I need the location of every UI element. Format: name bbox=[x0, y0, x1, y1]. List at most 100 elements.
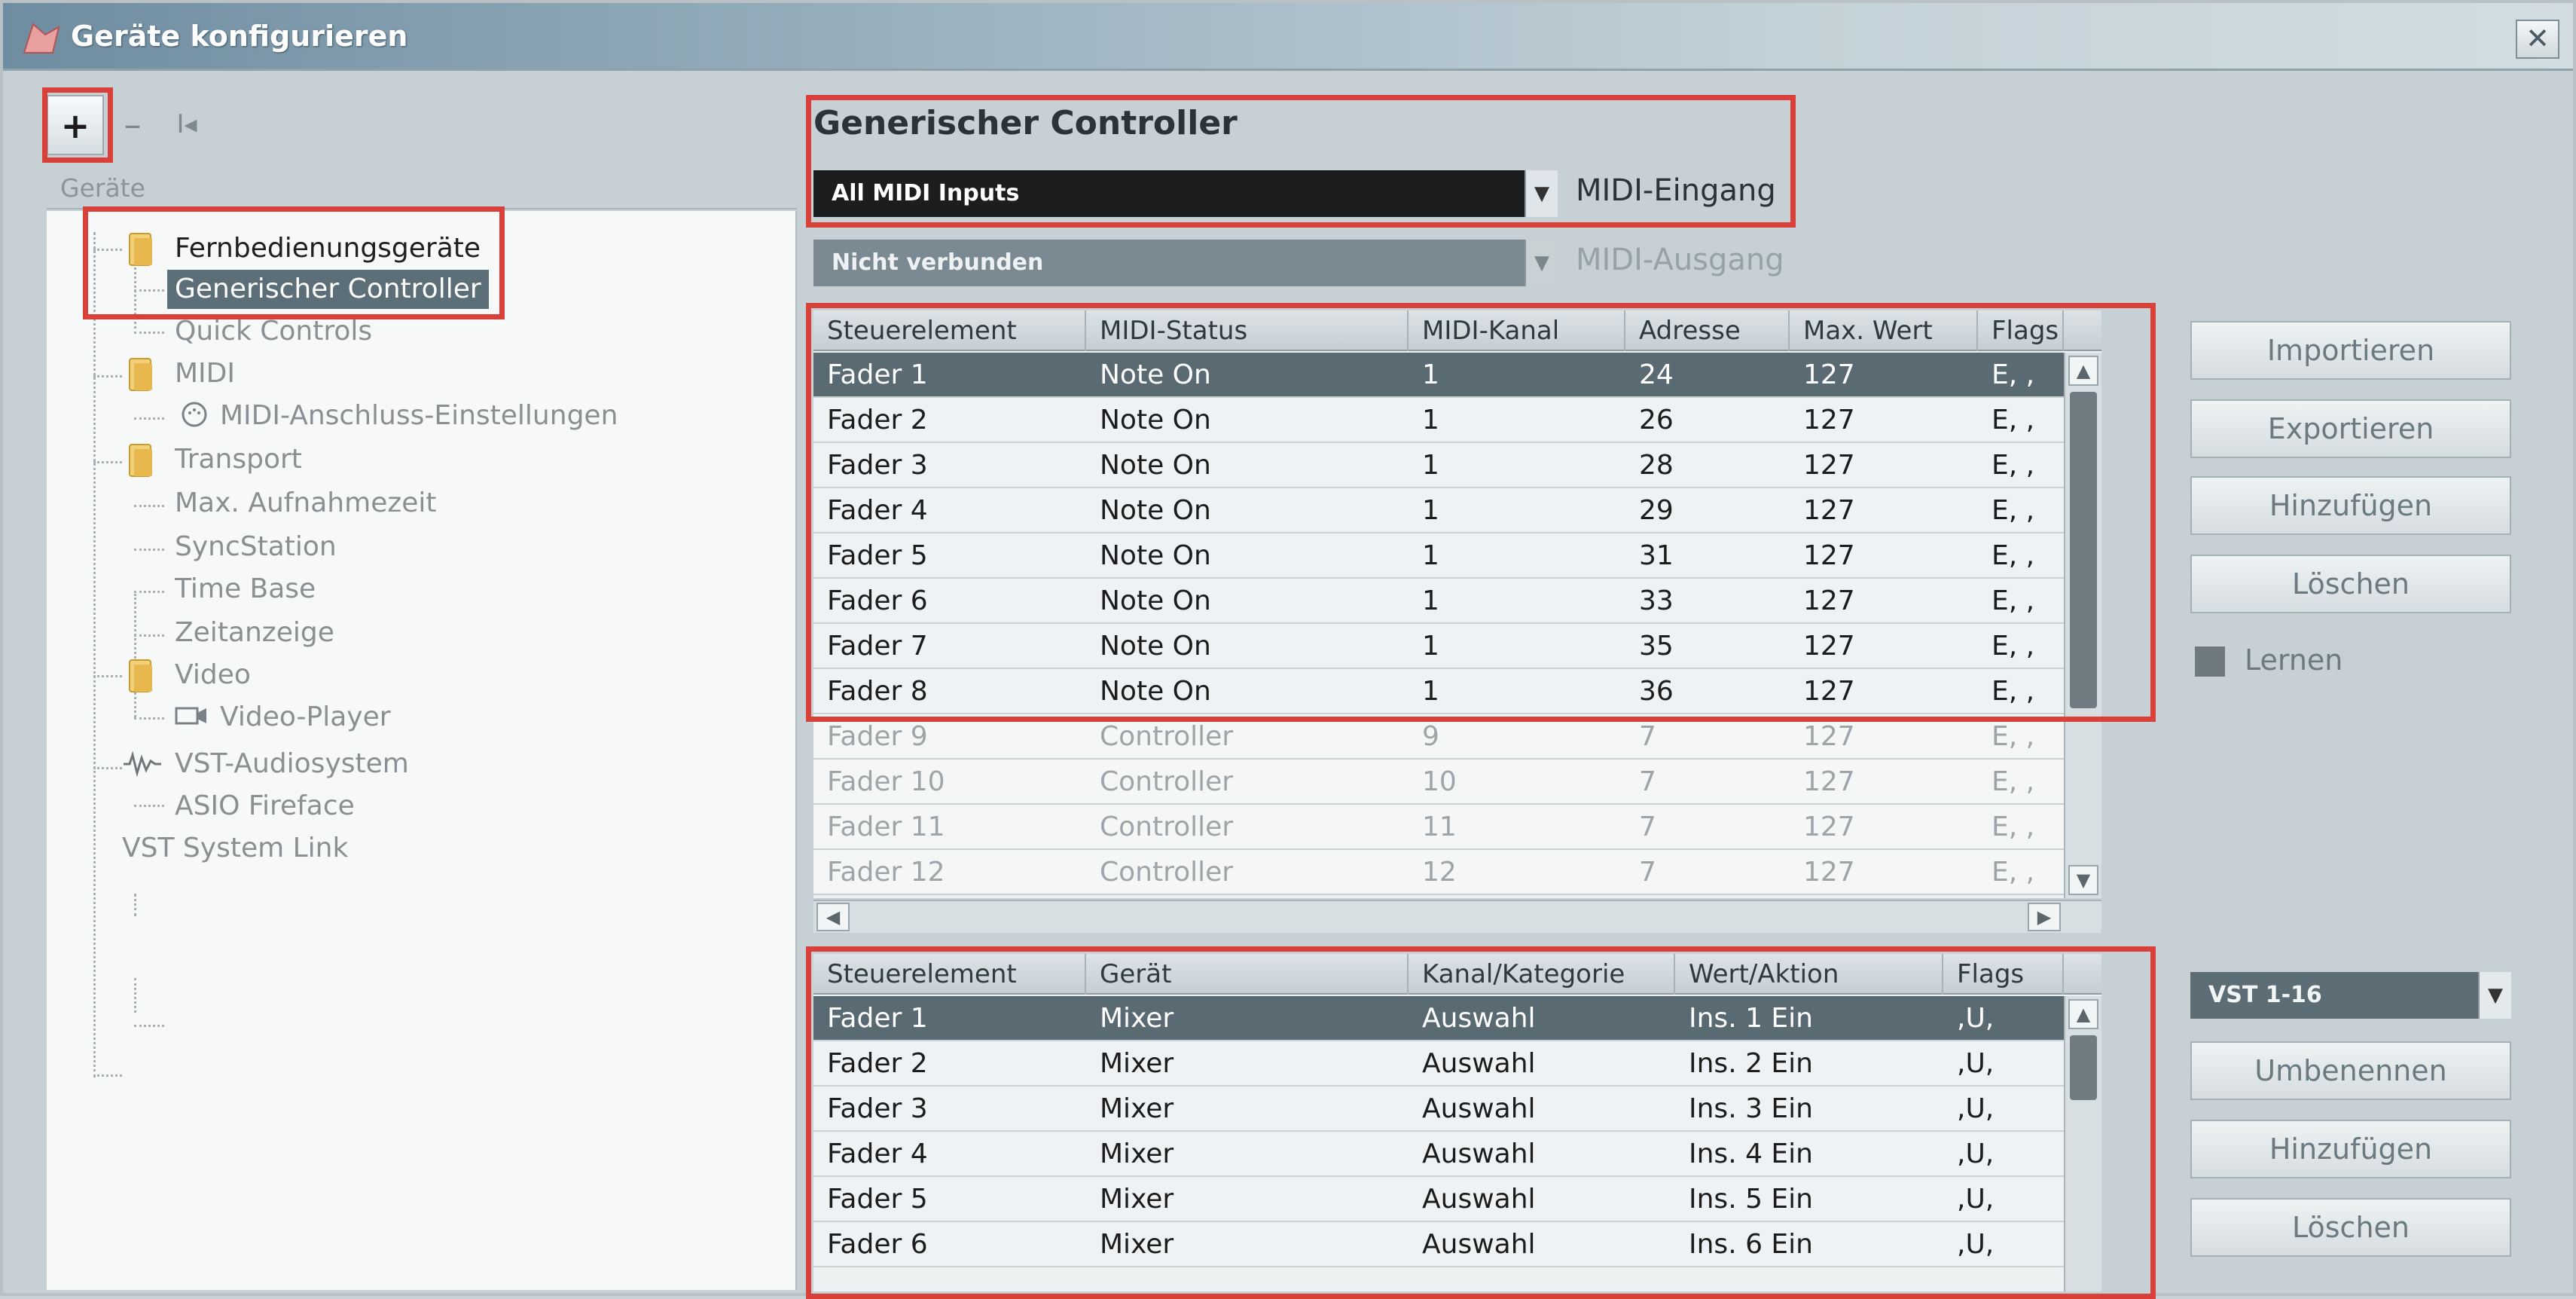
table-cell[interactable]: 24 bbox=[1625, 353, 1674, 398]
table-cell[interactable]: 29 bbox=[1625, 488, 1674, 533]
table-cell[interactable]: Note On bbox=[1086, 579, 1211, 624]
table-cell[interactable]: Controller bbox=[1086, 760, 1233, 805]
table-cell[interactable]: Auswahl bbox=[1409, 1222, 1536, 1267]
table-row[interactable]: Fader 5 Mixer Auswahl Ins. 5 Ein ,U, bbox=[813, 1177, 2101, 1222]
table-cell[interactable]: Mixer bbox=[1086, 996, 1174, 1041]
table-cell[interactable]: 127 bbox=[1790, 533, 1855, 579]
table-cell[interactable]: Auswahl bbox=[1409, 996, 1536, 1041]
table-cell[interactable]: 12 bbox=[1409, 850, 1457, 895]
table-cell[interactable]: 7 bbox=[1625, 760, 1656, 805]
table-cell[interactable]: 1 bbox=[1409, 579, 1439, 624]
scroll-left-icon[interactable]: ◀ bbox=[816, 903, 850, 931]
table-cell[interactable]: Fader 2 bbox=[813, 398, 928, 443]
bank-select[interactable]: VST 1-16 ▼ bbox=[2190, 972, 2511, 1019]
tree-item-fernbedienungsgeraete[interactable]: Fernbedienungsgeräte bbox=[175, 229, 481, 268]
table-cell[interactable]: Fader 4 bbox=[813, 488, 928, 533]
table-cell[interactable]: Ins. 6 Ein bbox=[1675, 1222, 1813, 1267]
table-row[interactable]: Fader 9 Controller 9 7 127 E, , bbox=[813, 714, 2101, 760]
column-header[interactable]: Flags bbox=[1978, 310, 2064, 351]
table-cell[interactable]: Fader 3 bbox=[813, 443, 928, 488]
table-cell[interactable]: Mixer bbox=[1086, 1222, 1174, 1267]
scroll-thumb[interactable] bbox=[2070, 1035, 2097, 1100]
tree-item-max-aufnahmezeit[interactable]: Max. Aufnahmezeit bbox=[175, 484, 437, 523]
table-cell[interactable]: E, , bbox=[1978, 579, 2034, 624]
table-cell[interactable]: Mixer bbox=[1086, 1177, 1174, 1222]
table-cell[interactable]: 7 bbox=[1625, 850, 1656, 895]
column-header[interactable]: Max. Wert bbox=[1790, 310, 1978, 351]
table-cell[interactable]: E, , bbox=[1978, 488, 2034, 533]
tree-item-transport[interactable]: Transport bbox=[175, 440, 302, 479]
table-cell[interactable]: Fader 12 bbox=[813, 850, 945, 895]
table-row[interactable]: Fader 3 Mixer Auswahl Ins. 3 Ein ,U, bbox=[813, 1087, 2101, 1132]
table-cell[interactable]: E, , bbox=[1978, 669, 2034, 714]
table-cell[interactable]: 28 bbox=[1625, 443, 1674, 488]
tree-item-asio-fireface[interactable]: ASIO Fireface bbox=[175, 787, 355, 826]
column-header[interactable]: Flags bbox=[1943, 954, 2064, 995]
table-row[interactable]: Fader 7 Note On 1 35 127 E, , bbox=[813, 624, 2101, 669]
title-bar[interactable]: Geräte konfigurieren ✕ bbox=[3, 3, 2573, 71]
controls-table-scrollbar[interactable]: ▲ ▼ bbox=[2064, 353, 2101, 898]
table-cell[interactable]: Fader 6 bbox=[813, 1222, 928, 1267]
midi-output-select[interactable]: Nicht verbunden ▼ bbox=[813, 240, 1558, 286]
table-cell[interactable]: 127 bbox=[1790, 398, 1855, 443]
table-cell[interactable]: Fader 7 bbox=[813, 624, 928, 669]
commands-table-scrollbar[interactable]: ▲ bbox=[2064, 996, 2101, 1291]
table-cell[interactable]: 127 bbox=[1790, 579, 1855, 624]
export-button[interactable]: Exportieren bbox=[2190, 399, 2511, 458]
table-cell[interactable]: Fader 11 bbox=[813, 805, 945, 850]
column-header[interactable]: Adresse bbox=[1625, 310, 1790, 351]
tree-item-video-player[interactable]: Video-Player bbox=[220, 698, 391, 737]
table-cell[interactable]: 1 bbox=[1409, 353, 1439, 398]
tree-item-quick-controls[interactable]: Quick Controls bbox=[175, 312, 372, 351]
table-cell[interactable]: Fader 9 bbox=[813, 714, 928, 760]
scroll-down-icon[interactable]: ▼ bbox=[2068, 865, 2098, 895]
table-cell[interactable]: ,U, bbox=[1943, 1087, 1994, 1132]
table-row[interactable]: Fader 10 Controller 10 7 127 E, , bbox=[813, 760, 2101, 805]
table-cell[interactable]: 127 bbox=[1790, 353, 1855, 398]
controls-table-hscroll[interactable]: ◀ ▶ bbox=[813, 900, 2101, 933]
table-cell[interactable]: Fader 4 bbox=[813, 1132, 928, 1177]
table-cell[interactable]: Fader 1 bbox=[813, 353, 928, 398]
table-row[interactable]: Fader 4 Mixer Auswahl Ins. 4 Ein ,U, bbox=[813, 1132, 2101, 1177]
table-cell[interactable]: Controller bbox=[1086, 805, 1233, 850]
table-cell[interactable]: ,U, bbox=[1943, 1177, 1994, 1222]
table-cell[interactable]: 1 bbox=[1409, 488, 1439, 533]
table-cell[interactable]: E, , bbox=[1978, 624, 2034, 669]
table-cell[interactable]: E, , bbox=[1978, 443, 2034, 488]
table-cell[interactable]: E, , bbox=[1978, 398, 2034, 443]
table-row[interactable]: Fader 1 Note On 1 24 127 E, , bbox=[813, 353, 2101, 398]
table-cell[interactable]: Fader 3 bbox=[813, 1087, 928, 1132]
table-cell[interactable]: Mixer bbox=[1086, 1087, 1174, 1132]
midi-input-select[interactable]: All MIDI Inputs ▼ bbox=[813, 170, 1558, 217]
table-cell[interactable]: 127 bbox=[1790, 760, 1855, 805]
table-cell[interactable]: 127 bbox=[1790, 669, 1855, 714]
reset-device-button[interactable]: I◂ bbox=[158, 95, 215, 155]
scroll-thumb[interactable] bbox=[2070, 392, 2097, 708]
table-row[interactable]: Fader 6 Note On 1 33 127 E, , bbox=[813, 579, 2101, 624]
table-row[interactable]: Fader 11 Controller 11 7 127 E, , bbox=[813, 805, 2101, 850]
column-header[interactable]: Wert/Aktion bbox=[1675, 954, 1943, 995]
table-cell[interactable]: Auswahl bbox=[1409, 1087, 1536, 1132]
import-button[interactable]: Importieren bbox=[2190, 321, 2511, 380]
table-cell[interactable]: Fader 6 bbox=[813, 579, 928, 624]
tree-item-vst-system-link[interactable]: VST System Link bbox=[122, 829, 348, 868]
column-header[interactable]: Gerät bbox=[1086, 954, 1409, 995]
table-cell[interactable]: 11 bbox=[1409, 805, 1457, 850]
delete-control-button[interactable]: Löschen bbox=[2190, 555, 2511, 613]
table-cell[interactable]: 35 bbox=[1625, 624, 1674, 669]
tree-item-zeitanzeige[interactable]: Zeitanzeige bbox=[175, 613, 334, 653]
table-cell[interactable]: 7 bbox=[1625, 714, 1656, 760]
table-cell[interactable]: Auswahl bbox=[1409, 1177, 1536, 1222]
tree-item-video[interactable]: Video bbox=[175, 656, 251, 695]
table-cell[interactable]: ,U, bbox=[1943, 996, 1994, 1041]
table-cell[interactable]: ,U, bbox=[1943, 1222, 1994, 1267]
column-header[interactable]: MIDI-Status bbox=[1086, 310, 1409, 351]
table-cell[interactable]: Fader 5 bbox=[813, 1177, 928, 1222]
table-cell[interactable]: E, , bbox=[1978, 714, 2034, 760]
table-cell[interactable]: 127 bbox=[1790, 805, 1855, 850]
table-cell[interactable]: Ins. 2 Ein bbox=[1675, 1041, 1813, 1087]
scroll-up-icon[interactable]: ▲ bbox=[2068, 999, 2098, 1029]
column-header[interactable]: Steuerelement bbox=[813, 310, 1086, 351]
table-cell[interactable]: Fader 1 bbox=[813, 996, 928, 1041]
table-cell[interactable]: Note On bbox=[1086, 443, 1211, 488]
